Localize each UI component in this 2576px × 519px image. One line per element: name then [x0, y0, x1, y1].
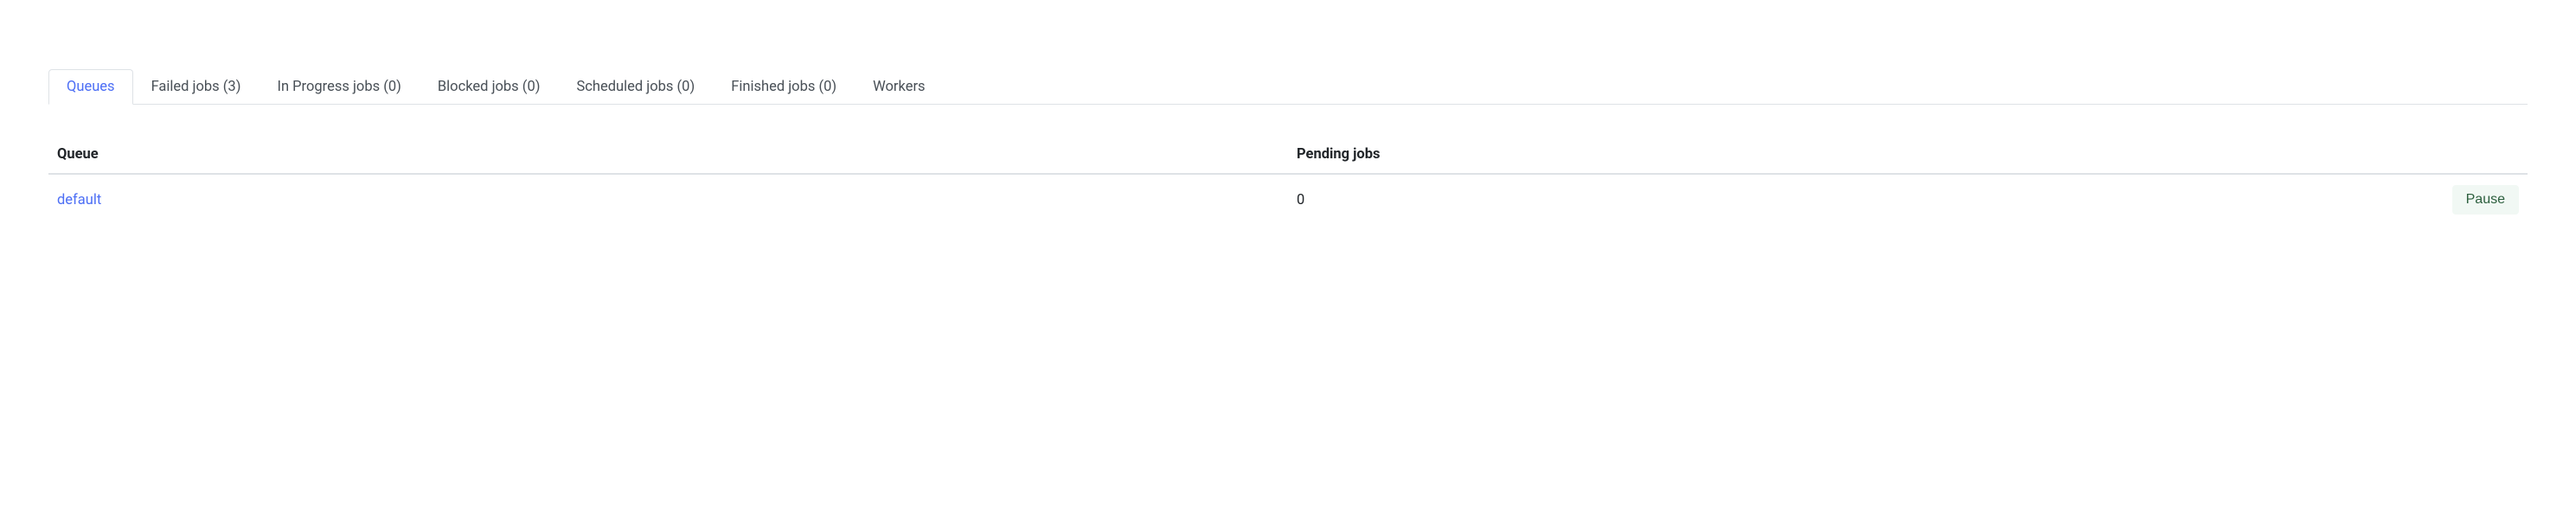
table-header-pending: Pending jobs	[1288, 136, 2279, 174]
pause-button[interactable]: Pause	[2452, 185, 2519, 215]
tab-scheduled-jobs[interactable]: Scheduled jobs (0)	[558, 69, 713, 105]
tab-queues[interactable]: Queues	[48, 69, 133, 105]
tab-blocked-jobs[interactable]: Blocked jobs (0)	[420, 69, 559, 105]
pending-count: 0	[1288, 174, 2279, 225]
tab-failed-jobs[interactable]: Failed jobs (3)	[133, 69, 260, 105]
tab-workers[interactable]: Workers	[855, 69, 943, 105]
table-header-action	[2279, 136, 2528, 174]
tab-finished-jobs[interactable]: Finished jobs (0)	[713, 69, 855, 105]
table-header-queue: Queue	[48, 136, 1288, 174]
queues-table: Queue Pending jobs default 0 Pause	[48, 136, 2528, 225]
tabs-nav: Queues Failed jobs (3) In Progress jobs …	[48, 69, 2528, 105]
table-row: default 0 Pause	[48, 174, 2528, 225]
tab-in-progress-jobs[interactable]: In Progress jobs (0)	[259, 69, 419, 105]
queue-link-default[interactable]: default	[57, 192, 101, 208]
